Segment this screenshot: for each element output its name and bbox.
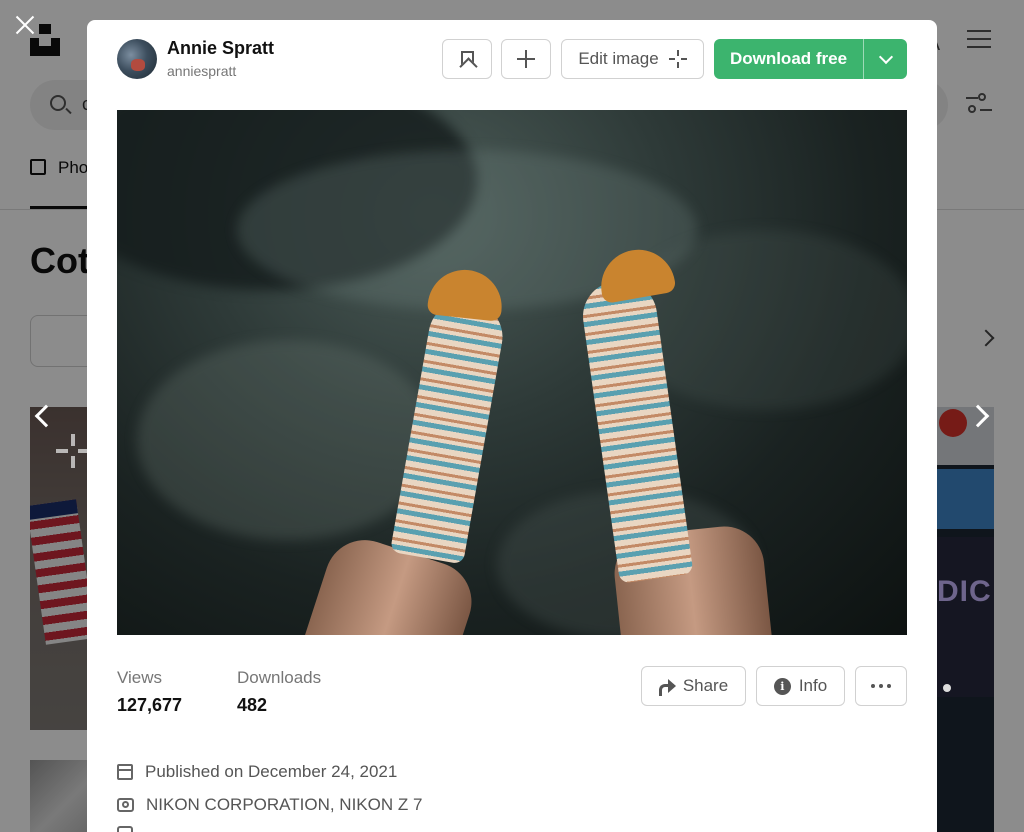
more-actions-button[interactable] xyxy=(855,666,907,706)
edit-sparkle-icon xyxy=(56,434,90,468)
download-button[interactable]: Download free xyxy=(714,39,907,79)
add-to-collection-button[interactable] xyxy=(501,39,551,79)
published-date-row: Published on December 24, 2021 xyxy=(117,762,397,782)
camera-model[interactable]: NIKON CORPORATION, NIKON Z 7 xyxy=(146,795,422,815)
carousel-dot[interactable] xyxy=(943,684,951,692)
views-label: Views xyxy=(117,668,163,687)
published-date: Published on December 24, 2021 xyxy=(145,762,398,781)
info-label: Info xyxy=(798,676,828,695)
bookmark-icon xyxy=(460,50,474,68)
share-button[interactable]: Share xyxy=(641,666,746,706)
plus-icon xyxy=(517,50,535,68)
calendar-icon xyxy=(117,764,133,780)
license-row xyxy=(117,826,133,832)
bookmark-button[interactable] xyxy=(442,39,492,79)
main-photo[interactable] xyxy=(117,110,907,635)
sparkle-icon xyxy=(668,50,687,68)
info-button[interactable]: i Info xyxy=(756,666,845,706)
edit-image-label: Edit image xyxy=(578,49,659,68)
downloads-value: 482 xyxy=(237,695,268,715)
download-options-dropdown[interactable] xyxy=(864,39,907,79)
close-icon[interactable] xyxy=(12,12,38,38)
camera-icon xyxy=(117,798,134,812)
camera-row: NIKON CORPORATION, NIKON Z 7 xyxy=(117,795,422,815)
avatar[interactable] xyxy=(117,39,157,79)
downloads-label: Downloads xyxy=(237,668,322,687)
shield-icon xyxy=(117,826,133,832)
author-name[interactable]: Annie Spratt xyxy=(167,38,274,59)
edit-image-button[interactable]: Edit image xyxy=(561,39,704,79)
info-icon: i xyxy=(773,677,791,695)
photo-modal: Annie Spratt anniespratt Edit image Down… xyxy=(87,20,937,832)
download-label: Download free xyxy=(729,49,848,68)
more-icon xyxy=(871,684,891,688)
views-value: 127,677 xyxy=(117,695,183,715)
share-label: Share xyxy=(682,676,729,695)
author-handle[interactable]: anniespratt xyxy=(167,63,236,79)
share-icon xyxy=(658,679,676,696)
chevron-down-icon xyxy=(878,49,893,64)
